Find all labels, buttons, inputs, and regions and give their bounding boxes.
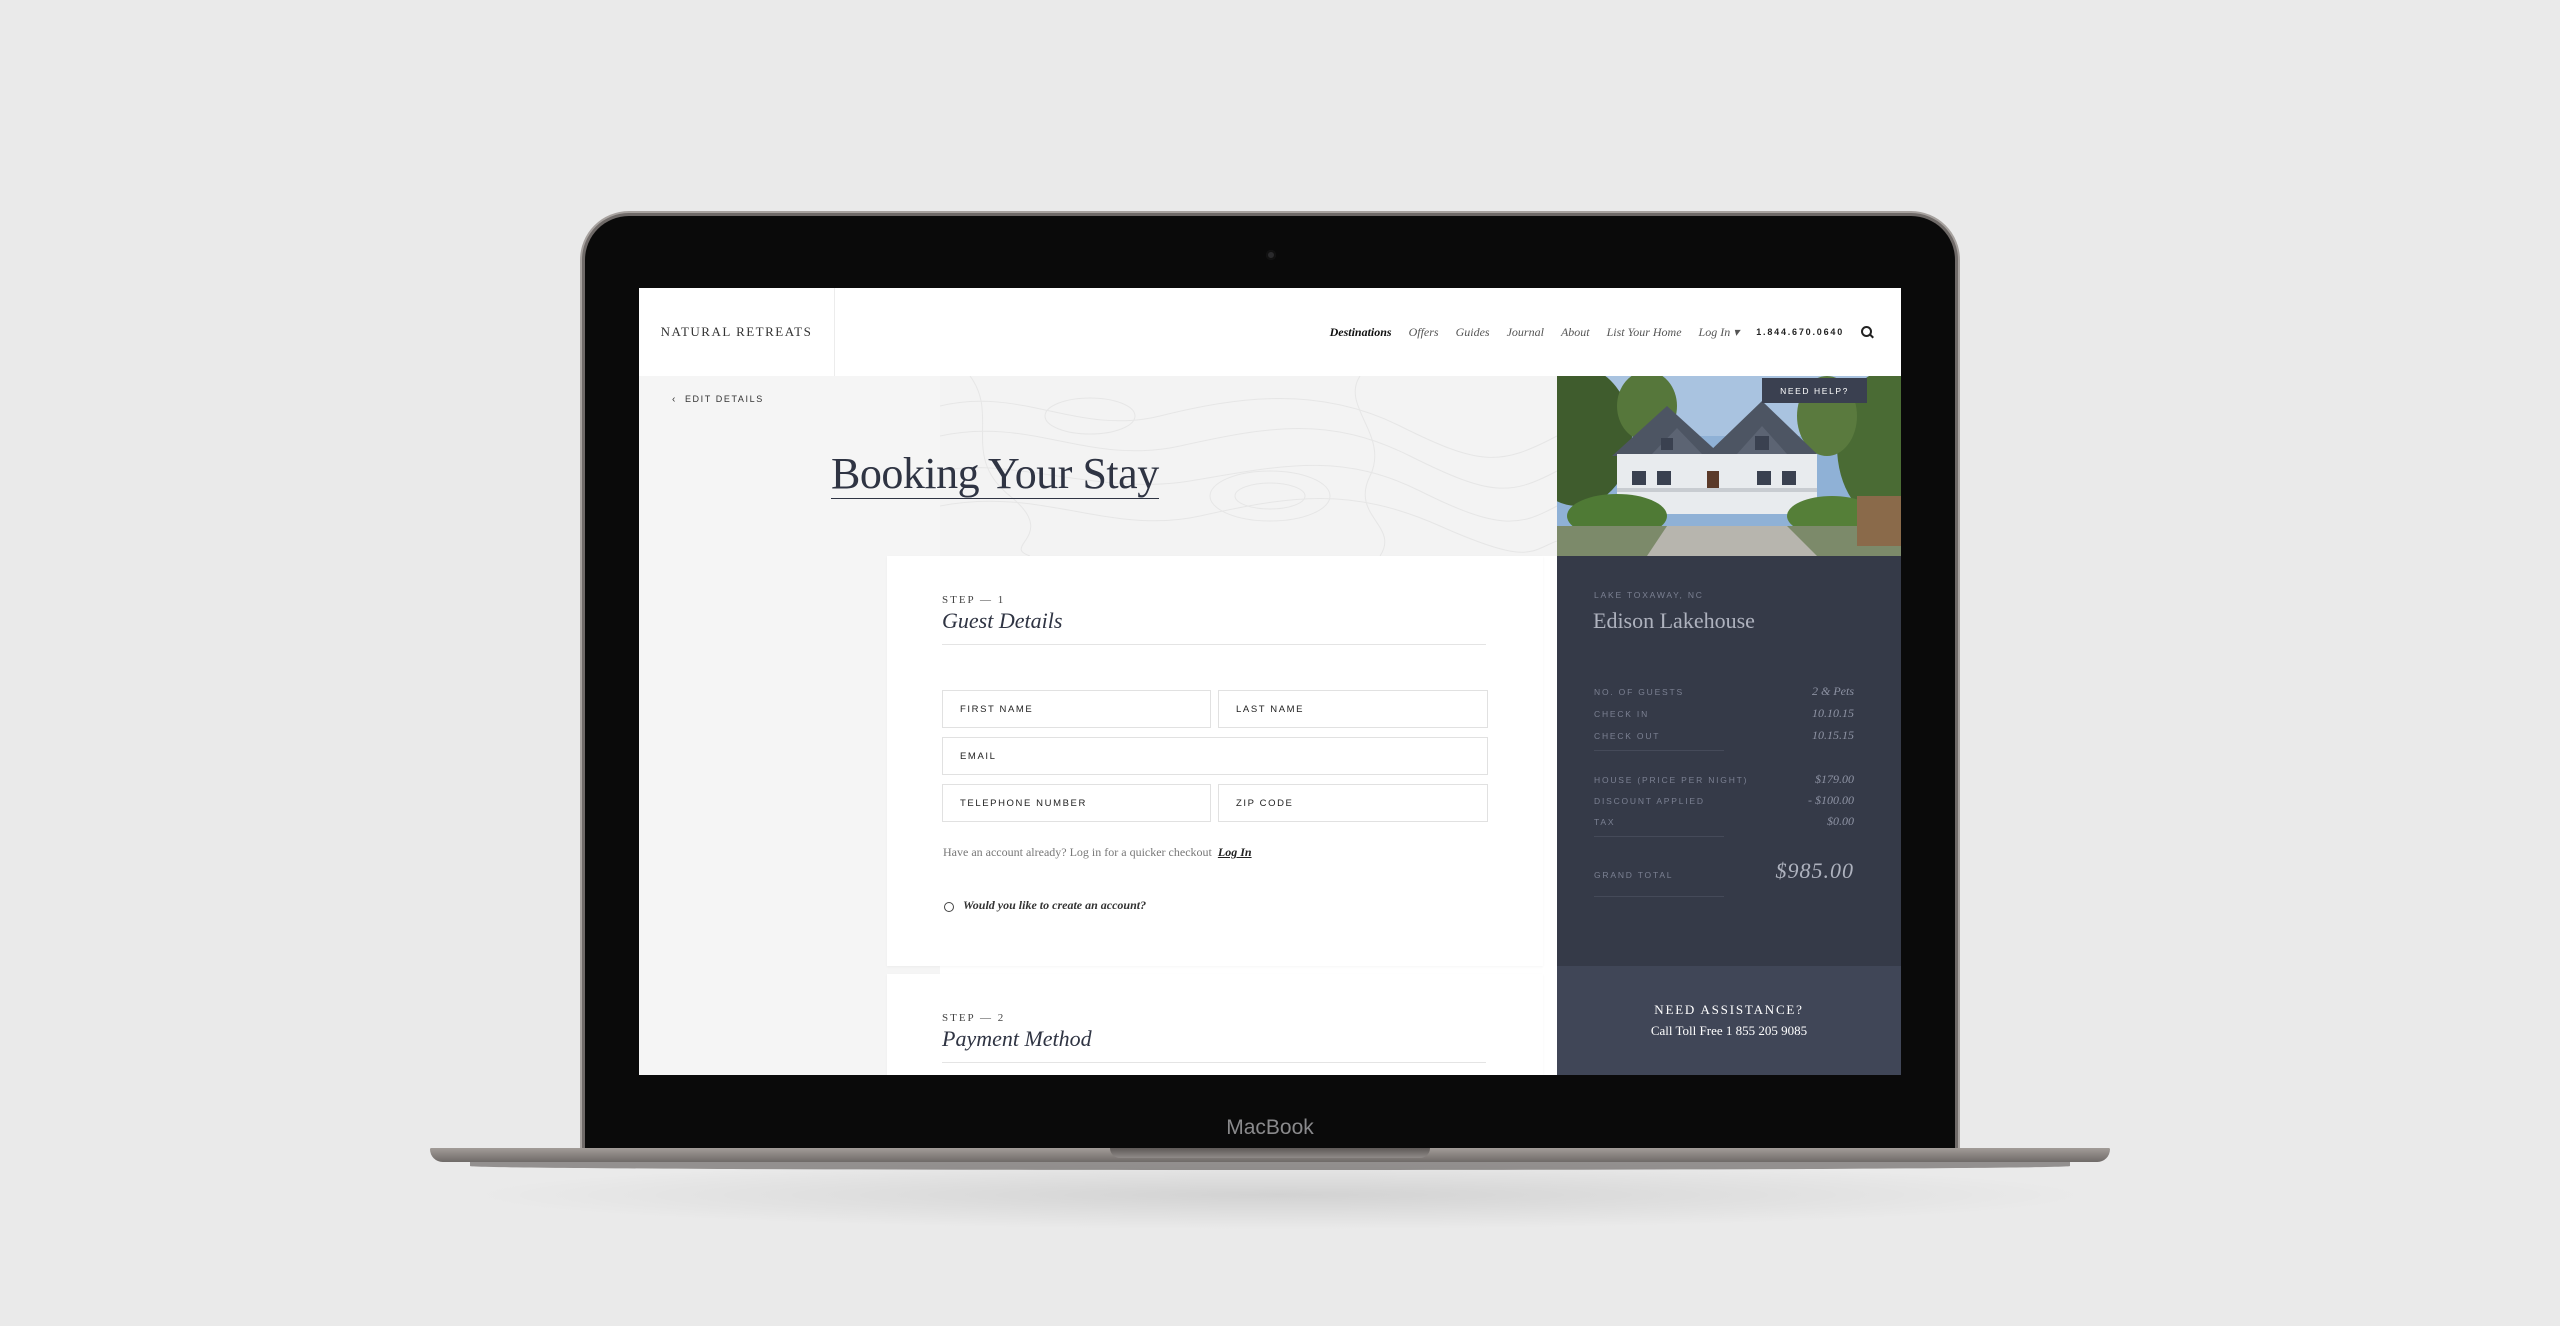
zip-code-field[interactable]: ZIP CODE [1218, 784, 1488, 822]
nav-links: Destinations Offers Guides Journal About… [1330, 288, 1873, 376]
summary-row-total: GRAND TOTAL $985.00 [1594, 858, 1854, 884]
discount-label: DISCOUNT APPLIED [1594, 796, 1705, 806]
nav-link-journal[interactable]: Journal [1507, 325, 1544, 340]
property-location: LAKE TOXAWAY, NC [1594, 590, 1704, 600]
step-1-title: Guest Details [942, 608, 1063, 633]
assistance-panel: NEED ASSISTANCE? Call Toll Free 1 855 20… [1557, 966, 1901, 1075]
first-name-field[interactable]: FIRST NAME [942, 690, 1211, 728]
need-help-button[interactable]: NEED HELP? [1762, 378, 1867, 403]
total-label: GRAND TOTAL [1594, 870, 1674, 880]
create-account-radio[interactable] [944, 902, 954, 912]
summary-divider [1594, 750, 1724, 751]
email-field[interactable]: EMAIL [942, 737, 1488, 775]
screen: NATURAL RETREATS Destinations Offers Gui… [639, 288, 1901, 1075]
chevron-left-icon: ‹ [672, 394, 677, 405]
first-name-placeholder: FIRST NAME [960, 703, 1034, 715]
account-prompt-text: Have an account already? Log in for a qu… [943, 845, 1212, 859]
edit-details-link[interactable]: ‹ EDIT DETAILS [672, 394, 764, 405]
step-2-divider [942, 1062, 1486, 1063]
summary-row-check-in: CHECK IN 10.10.15 [1594, 706, 1854, 721]
laptop-notch [1110, 1148, 1430, 1158]
nav-link-about[interactable]: About [1561, 325, 1590, 340]
assistance-phone[interactable]: Call Toll Free 1 855 205 9085 [1557, 1023, 1901, 1039]
edit-details-label: EDIT DETAILS [684, 394, 764, 404]
step-1-label: STEP — 1 [942, 594, 1006, 606]
site-logo[interactable]: NATURAL RETREATS [639, 288, 835, 376]
last-name-field[interactable]: LAST NAME [1218, 690, 1488, 728]
last-name-placeholder: LAST NAME [1236, 703, 1305, 715]
nav-link-destinations[interactable]: Destinations [1330, 325, 1392, 340]
create-account-label[interactable]: Would you like to create an account? [963, 898, 1146, 913]
discount-value: - $100.00 [1808, 793, 1854, 807]
nav-phone[interactable]: 1.844.670.0640 [1756, 327, 1844, 337]
property-photo: NEED HELP? [1557, 376, 1901, 556]
telephone-placeholder: TELEPHONE NUMBER [960, 797, 1087, 809]
nav-link-offers[interactable]: Offers [1409, 325, 1439, 340]
device-shadow [460, 1160, 2100, 1230]
search-icon[interactable] [1861, 326, 1873, 338]
summary-row-tax: TAX $0.00 [1594, 814, 1854, 829]
payment-method-card: STEP — 2 Payment Method [887, 974, 1543, 1075]
summary-divider-3 [1594, 896, 1724, 897]
step-1-divider [942, 644, 1486, 645]
account-prompt: Have an account already? Log in for a qu… [943, 845, 1252, 860]
check-out-value: 10.15.15 [1812, 728, 1854, 742]
guests-label: NO. OF GUESTS [1594, 687, 1684, 697]
summary-divider-2 [1594, 836, 1724, 837]
device-brand-label: MacBook [1226, 1116, 1314, 1139]
guests-value: 2 & Pets [1812, 684, 1854, 698]
summary-row-check-out: CHECK OUT 10.15.15 [1594, 728, 1854, 743]
price-label: HOUSE (PRICE PER NIGHT) [1594, 775, 1749, 785]
nav-link-list-your-home[interactable]: List Your Home [1607, 325, 1682, 340]
check-in-value: 10.10.15 [1812, 706, 1854, 720]
camera-icon [1266, 250, 1276, 260]
price-value: $179.00 [1815, 772, 1854, 786]
summary-row-guests: NO. OF GUESTS 2 & Pets [1594, 684, 1854, 699]
summary-row-price: HOUSE (PRICE PER NIGHT) $179.00 [1594, 772, 1854, 787]
booking-summary: LAKE TOXAWAY, NC Edison Lakehouse NO. OF… [1557, 556, 1901, 966]
zip-code-placeholder: ZIP CODE [1236, 797, 1294, 809]
check-out-label: CHECK OUT [1594, 731, 1661, 741]
summary-row-discount: DISCOUNT APPLIED - $100.00 [1594, 793, 1854, 808]
total-value: $985.00 [1775, 858, 1854, 883]
step-2-label: STEP — 2 [942, 1012, 1006, 1024]
step-2-title: Payment Method [942, 1026, 1092, 1051]
assistance-title: NEED ASSISTANCE? [1654, 1002, 1804, 1017]
house-illustration [1557, 376, 1901, 556]
email-placeholder: EMAIL [960, 750, 997, 762]
check-in-label: CHECK IN [1594, 709, 1650, 719]
page-title: Booking Your Stay [831, 449, 1159, 499]
nav-link-guides[interactable]: Guides [1456, 325, 1490, 340]
tax-label: TAX [1594, 817, 1616, 827]
property-name: Edison Lakehouse [1593, 608, 1755, 633]
tax-value: $0.00 [1827, 814, 1854, 828]
top-nav: NATURAL RETREATS Destinations Offers Gui… [639, 288, 1901, 377]
login-link[interactable]: Log In [1218, 845, 1252, 859]
telephone-field[interactable]: TELEPHONE NUMBER [942, 784, 1211, 822]
nav-link-login[interactable]: Log In ▾ [1699, 325, 1740, 340]
laptop-base-foot [470, 1162, 2070, 1170]
guest-details-card: STEP — 1 Guest Details FIRST NAME LAST N… [887, 556, 1543, 966]
